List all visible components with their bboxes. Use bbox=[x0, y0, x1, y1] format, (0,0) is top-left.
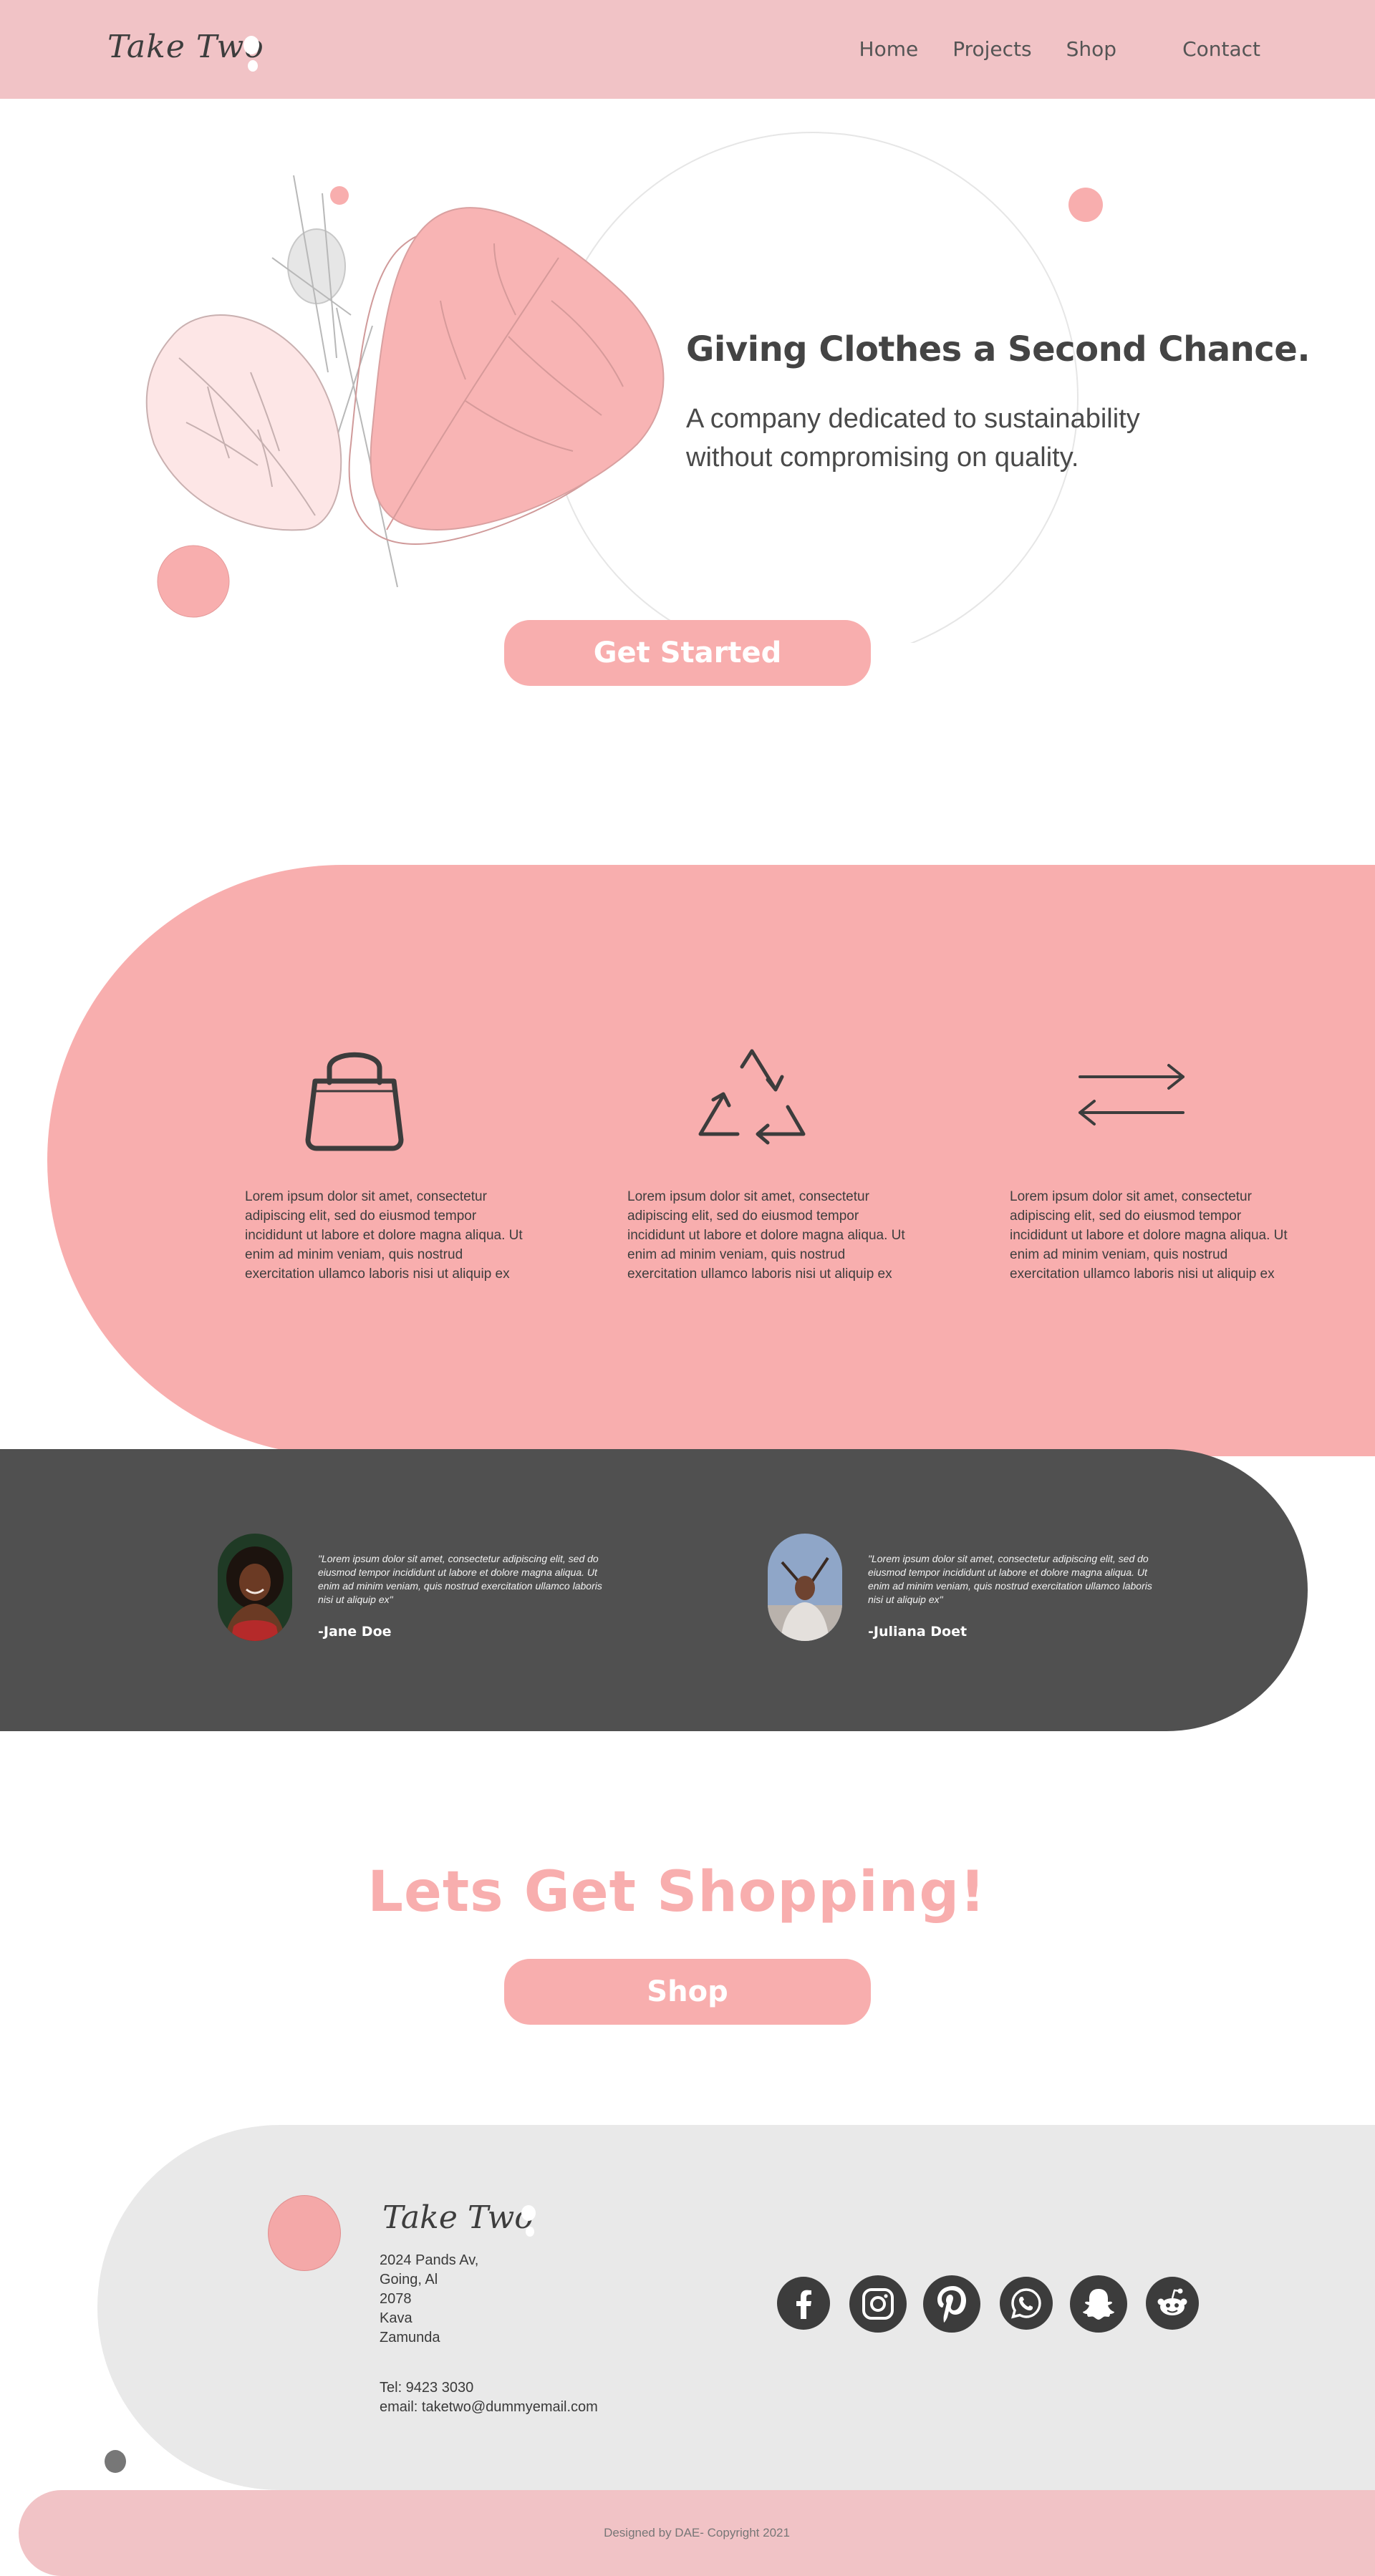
footer-tel: Tel: 9423 3030 bbox=[380, 2380, 474, 2396]
facebook-icon[interactable] bbox=[777, 2277, 830, 2330]
exchange-arrows-icon bbox=[1079, 1064, 1185, 1125]
get-started-button[interactable]: Get Started bbox=[504, 620, 871, 686]
address-line: Zamunda bbox=[380, 2330, 440, 2345]
recycle-icon bbox=[698, 1049, 806, 1145]
address-line: 2024 Pands Av, bbox=[380, 2252, 479, 2268]
testimonial-name-2: -Juliana Doet bbox=[868, 1624, 968, 1640]
site-logo[interactable]: Take Two bbox=[107, 29, 264, 65]
footer-logo[interactable]: Take Two bbox=[382, 2199, 534, 2236]
hero-title: Giving Clothes a Second Chance. bbox=[686, 329, 1311, 369]
reddit-icon[interactable] bbox=[1146, 2277, 1199, 2330]
avatar-jane bbox=[218, 1534, 292, 1641]
nav-links: Home Projects Shop Contact bbox=[859, 37, 1260, 61]
logo-dot-decoration bbox=[243, 36, 259, 54]
cta-title: Lets Get Shopping! bbox=[367, 1860, 986, 1924]
hero-dot-right bbox=[1068, 188, 1103, 222]
feature-text-1: Lorem ipsum dolor sit amet, consectetur … bbox=[245, 1189, 523, 1282]
address-line: Kava bbox=[380, 2310, 412, 2326]
top-nav: Take Two Home Projects Shop Contact bbox=[0, 0, 1375, 99]
logo-dot-decoration bbox=[526, 2227, 534, 2237]
pinterest-icon[interactable] bbox=[923, 2275, 980, 2333]
testimonial-quote-2: "Lorem ipsum dolor sit amet, consectetur… bbox=[868, 1553, 1152, 1605]
shopping-bag-icon bbox=[305, 1052, 404, 1151]
feature-text-2: Lorem ipsum dolor sit amet, consectetur … bbox=[627, 1189, 905, 1282]
hero-dot-left bbox=[157, 545, 230, 618]
copyright-text: Designed by DAE- Copyright 2021 bbox=[604, 2526, 790, 2539]
nav-link-projects[interactable]: Projects bbox=[952, 37, 1031, 61]
footer-address: 2024 Pands Av, Going, Al 2078 Kava Zamun… bbox=[380, 2251, 478, 2348]
hero-subtitle: A company dedicated to sustainability wi… bbox=[686, 404, 1140, 473]
shop-button[interactable]: Shop bbox=[504, 1959, 871, 2025]
feature-text-3: Lorem ipsum dolor sit amet, consectetur … bbox=[1010, 1189, 1288, 1282]
footer-contact: Tel: 9423 3030 email: taketwo@dummyemail… bbox=[380, 2378, 598, 2417]
footer-gray-dot bbox=[105, 2450, 126, 2473]
gray-leaf bbox=[287, 228, 346, 304]
hero-illustration bbox=[145, 132, 1103, 643]
avatar-juliana bbox=[768, 1534, 842, 1641]
logo-dot-decoration bbox=[248, 60, 258, 72]
testimonial-name-1: -Jane Doe bbox=[318, 1624, 392, 1640]
address-line: 2078 bbox=[380, 2291, 412, 2307]
bottom-bar: Designed by DAE- Copyright 2021 bbox=[19, 2490, 1375, 2576]
whatsapp-icon[interactable] bbox=[1000, 2277, 1053, 2330]
nav-link-contact[interactable]: Contact bbox=[1182, 37, 1260, 61]
footer-email[interactable]: email: taketwo@dummyemail.com bbox=[380, 2398, 598, 2417]
features-section bbox=[47, 865, 1375, 1456]
nav-link-home[interactable]: Home bbox=[859, 37, 919, 61]
testimonial-quote-1: "Lorem ipsum dolor sit amet, consectetur… bbox=[318, 1553, 602, 1605]
snapchat-icon[interactable] bbox=[1070, 2275, 1127, 2333]
nav-link-shop[interactable]: Shop bbox=[1066, 37, 1116, 61]
hero-dot-small bbox=[330, 186, 349, 205]
address-line: Going, Al bbox=[380, 2272, 438, 2287]
footer-pink-circle bbox=[268, 2195, 341, 2271]
instagram-icon[interactable] bbox=[849, 2275, 907, 2333]
logo-dot-decoration bbox=[521, 2205, 536, 2221]
